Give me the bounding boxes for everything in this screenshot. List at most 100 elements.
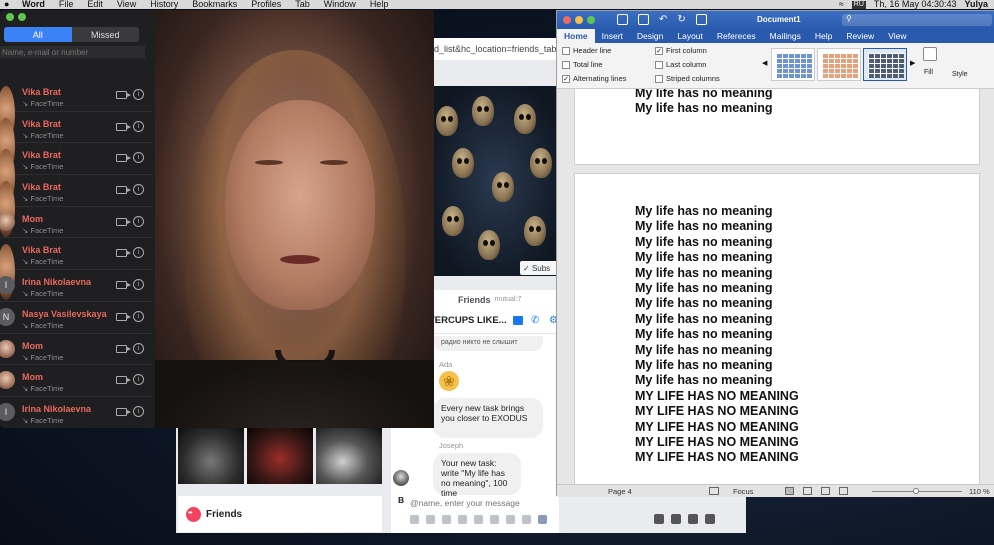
info-icon[interactable]: i	[133, 247, 144, 259]
option-total-line[interactable]: Total line	[562, 60, 603, 69]
address-bar[interactable]: d_list&hc_location=friends_tab	[434, 38, 564, 60]
group-icon[interactable]	[671, 514, 681, 524]
document-page[interactable]: My life has no meaning My life has no mea…	[574, 173, 980, 484]
checkbox-checked[interactable]: ✓	[655, 46, 663, 55]
clip-icon[interactable]	[490, 515, 499, 524]
menu-item-history[interactable]: History	[150, 0, 178, 9]
sticker-icon[interactable]	[426, 515, 435, 524]
search-box[interactable]: ⚲	[842, 14, 992, 26]
info-icon[interactable]: i	[133, 342, 144, 354]
table-style-orange[interactable]	[817, 48, 861, 81]
contact-row[interactable]: Mom ↘ FaceTime i	[0, 365, 152, 397]
chevron-left-icon[interactable]: ◀	[762, 59, 767, 67]
contact-row[interactable]: I Irina Nikolaevna ↘ FaceTime i	[0, 270, 152, 302]
save-icon[interactable]	[638, 14, 649, 25]
fullscreen-button[interactable]	[18, 13, 26, 21]
tab-references[interactable]: Refereces	[710, 29, 763, 43]
clock[interactable]: Th, 16 May 04:30:43	[874, 0, 957, 9]
zoom-button[interactable]	[6, 13, 14, 21]
option-last-column[interactable]: Last column	[655, 60, 706, 69]
info-icon[interactable]: i	[133, 152, 144, 164]
checkbox[interactable]	[655, 74, 663, 83]
contact-row[interactable]: Vika Brat ↘ FaceTime i	[0, 175, 152, 238]
menu-item-file[interactable]: File	[59, 0, 74, 9]
wifi-icon[interactable]: ≈	[839, 0, 844, 9]
search-input[interactable]	[0, 46, 145, 58]
record-icon[interactable]	[522, 515, 531, 524]
photo-thumbnail[interactable]	[178, 428, 244, 484]
checkbox[interactable]	[562, 60, 570, 69]
info-icon[interactable]: i	[133, 310, 144, 322]
option-alternating-lines[interactable]: ✓ Alternating lines	[562, 74, 626, 83]
link-icon[interactable]	[474, 515, 483, 524]
video-call-icon[interactable]	[116, 312, 131, 321]
attach-icon[interactable]	[410, 515, 419, 524]
contact-row[interactable]: Vika Brat ↘ FaceTime i	[0, 238, 152, 301]
checkbox[interactable]	[655, 60, 663, 69]
tab-all[interactable]: All	[4, 27, 72, 42]
video-icon[interactable]	[688, 514, 698, 524]
contact-row[interactable]: I Irina Nikolaevna ↘ FaceTime i	[0, 397, 152, 428]
option-header-line[interactable]: Header line	[562, 46, 611, 55]
tab-insert[interactable]: Insert	[595, 29, 630, 43]
video-call-icon[interactable]	[116, 249, 131, 258]
contact-row[interactable]: Vika Brat ↘ FaceTime i	[0, 112, 152, 174]
home-icon[interactable]	[617, 14, 628, 25]
tab-help[interactable]: Help	[808, 29, 839, 43]
web-layout-icon[interactable]	[803, 487, 812, 495]
phone-icon[interactable]: ✆	[531, 316, 541, 326]
style-label[interactable]: Style	[952, 71, 968, 78]
draft-icon[interactable]	[839, 487, 848, 495]
info-icon[interactable]: i	[133, 374, 144, 386]
video-call-icon[interactable]	[116, 91, 131, 99]
chevron-right-icon[interactable]: ▶	[910, 59, 915, 67]
input-source-indicator[interactable]: RU	[851, 0, 866, 9]
cover-video[interactable]	[434, 86, 559, 276]
contact-row[interactable]: Mom ↘ FaceTime i	[0, 334, 152, 366]
contact-row[interactable]: N Nasya Vasilevskaya ↘ FaceTime i	[0, 302, 152, 334]
settings-icon[interactable]	[705, 514, 715, 524]
menu-item-help[interactable]: Help	[370, 0, 389, 9]
video-call-icon[interactable]	[513, 316, 523, 325]
like-icon[interactable]	[538, 515, 547, 524]
zoom-slider-knob[interactable]	[913, 488, 919, 494]
emoji-icon[interactable]	[458, 515, 467, 524]
menu-item-profiles[interactable]: Profiles	[251, 0, 281, 9]
video-call-icon[interactable]	[116, 344, 131, 353]
tab-mailings[interactable]: Mailings	[763, 29, 808, 43]
fill-label[interactable]: Fill	[924, 69, 933, 76]
friends-card[interactable]: Friends	[178, 496, 382, 532]
info-icon[interactable]: i	[133, 89, 144, 100]
sender-avatar[interactable]	[393, 470, 409, 486]
page-indicator[interactable]: Page 4	[608, 487, 632, 496]
chat-title[interactable]: TERCUPS LIKE...	[429, 315, 507, 326]
video-call-icon[interactable]	[116, 281, 131, 290]
video-call-icon[interactable]	[116, 122, 131, 131]
print-layout-icon[interactable]	[785, 487, 794, 495]
zoom-level[interactable]: 110 %	[969, 487, 990, 496]
contact-row[interactable]: Mom ↘ FaceTime i	[0, 207, 152, 239]
menu-item-edit[interactable]: Edit	[87, 0, 103, 9]
info-icon[interactable]: i	[133, 405, 144, 417]
info-icon[interactable]: i	[133, 279, 144, 291]
message-input[interactable]	[410, 495, 556, 511]
document-page[interactable]: My life has no meaning My life has no mea…	[574, 89, 980, 165]
print-icon[interactable]	[695, 14, 707, 25]
menu-item-app[interactable]: Word	[22, 0, 45, 9]
focus-button[interactable]: Focus	[733, 487, 753, 496]
zoom-button[interactable]	[587, 16, 595, 24]
checkbox-checked[interactable]: ✓	[562, 74, 570, 83]
video-call-icon[interactable]	[116, 186, 131, 195]
checkbox[interactable]	[562, 46, 570, 55]
tab-friends[interactable]: Friends	[458, 295, 491, 305]
info-icon[interactable]: i	[133, 120, 144, 132]
tab-review[interactable]: Review	[839, 29, 881, 43]
camera-icon[interactable]	[506, 515, 515, 524]
menu-item-bookmarks[interactable]: Bookmarks	[192, 0, 237, 9]
contact-row[interactable]: Vika Brat ↘ FaceTime i	[0, 80, 152, 142]
close-button[interactable]	[563, 16, 571, 24]
tab-design[interactable]: Design	[630, 29, 670, 43]
undo-icon[interactable]: ↶	[659, 14, 667, 25]
redo-icon[interactable]: ↻	[677, 14, 685, 25]
paint-bucket-icon[interactable]	[923, 47, 937, 61]
